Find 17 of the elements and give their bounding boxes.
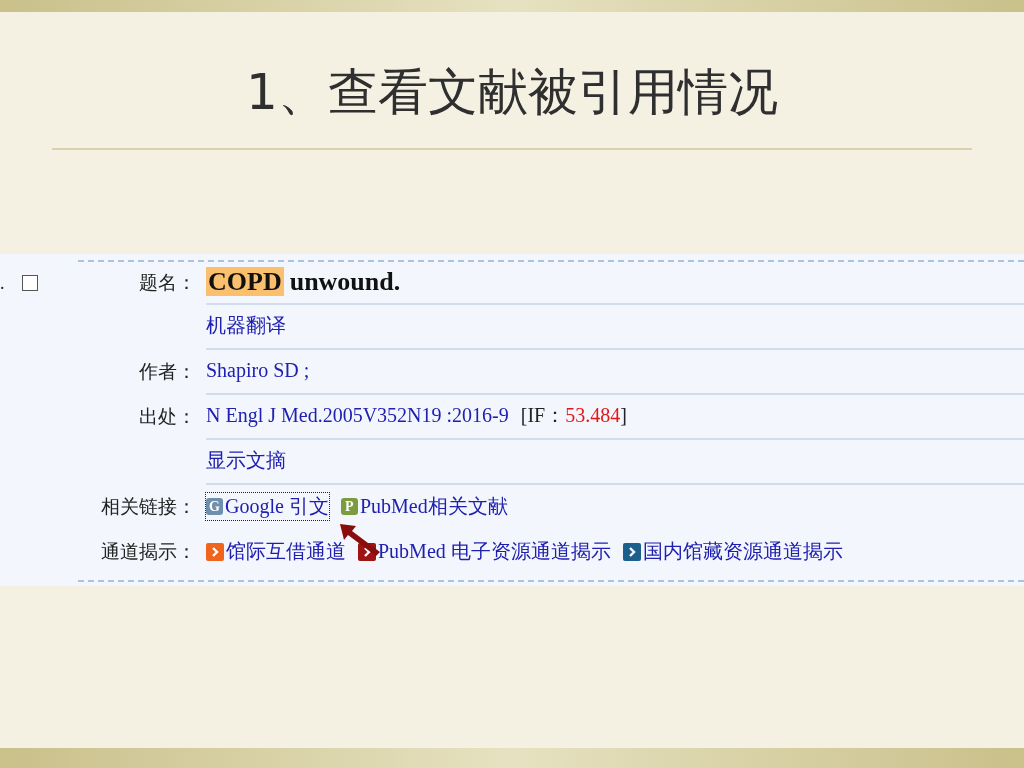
link[interactable]: G Google 引文 bbox=[206, 493, 329, 520]
link[interactable]: 馆际互借通道 bbox=[206, 538, 346, 565]
field-label: 题名： bbox=[138, 270, 197, 295]
checkbox[interactable] bbox=[22, 275, 38, 291]
field-label: 相关链接： bbox=[100, 493, 197, 519]
link[interactable]: P PubMed相关文献 bbox=[340, 493, 508, 520]
field-label: 出处： bbox=[138, 403, 197, 429]
source-text: N Engl J Med.2005V352N19 :2016-9 [IF：53.484] bbox=[206, 403, 627, 429]
link[interactable]: 国内馆藏资源通道揭示 bbox=[622, 538, 843, 565]
article-title: COPD unwound. bbox=[206, 267, 401, 297]
link[interactable]: 显示文摘 bbox=[206, 447, 286, 474]
link[interactable]: 机器翻译 bbox=[206, 312, 286, 339]
field-label: 通道揭示： bbox=[100, 538, 197, 564]
slide-title: 1、查看文献被引用情况 bbox=[245, 62, 779, 122]
record-number: . bbox=[0, 272, 6, 294]
link[interactable]: Shapiro SD ; bbox=[206, 359, 310, 382]
field-label: 作者： bbox=[138, 358, 197, 384]
